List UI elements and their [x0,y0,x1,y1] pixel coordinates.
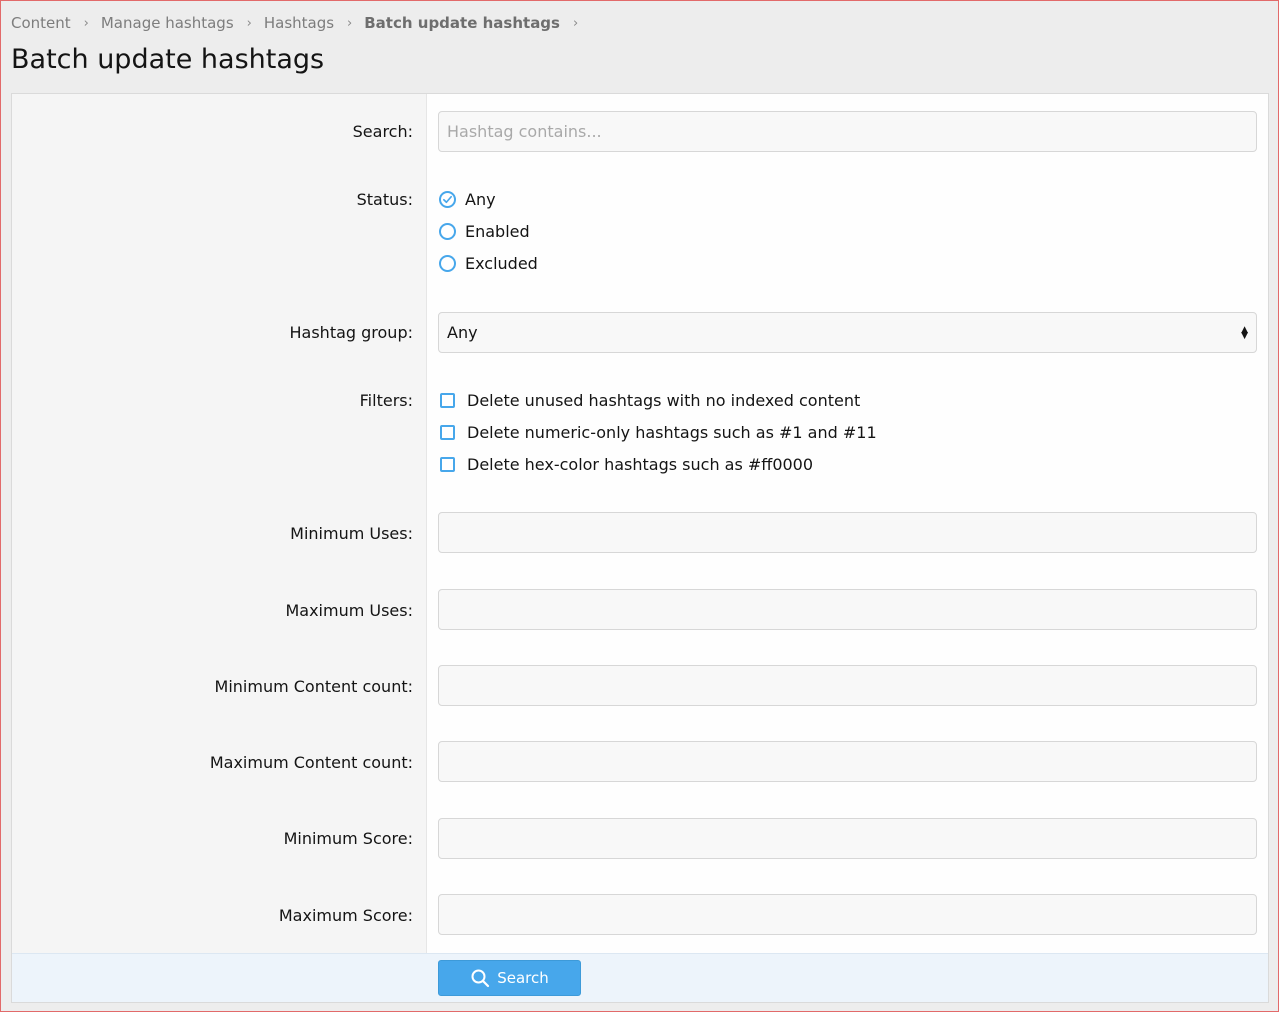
radio-checked-icon [439,191,456,208]
filter-checkbox-hex-color[interactable]: Delete hex-color hashtags such as #ff000… [439,455,813,474]
maximum-content-count-input[interactable] [438,741,1257,782]
hashtag-group-select[interactable]: Any ▲ ▼ [438,312,1257,353]
minimum-score-label: Minimum Score: [283,829,413,848]
maximum-content-count-label: Maximum Content count: [209,753,413,772]
status-label: Status: [356,190,413,209]
filter-option-label: Delete unused hashtags with no indexed c… [467,391,861,410]
maximum-score-input[interactable] [438,894,1257,935]
search-icon [471,969,490,988]
checkbox-icon [440,425,455,440]
maximum-score-label: Maximum Score: [278,906,413,925]
filters-label: Filters: [359,391,413,410]
status-radio-any[interactable]: Any [439,190,496,209]
breadcrumb-manage-hashtags[interactable]: Manage hashtags [101,14,234,32]
radio-unchecked-icon [439,223,456,240]
status-option-label: Enabled [465,222,530,241]
page-title: Batch update hashtags [11,44,325,75]
search-label: Search: [352,122,413,141]
select-arrows-icon: ▲ ▼ [1241,324,1248,341]
minimum-uses-input[interactable] [438,512,1257,553]
checkbox-icon [440,457,455,472]
radio-unchecked-icon [439,255,456,272]
search-button-label: Search [497,969,549,987]
chevron-right-icon: › [572,15,579,31]
maximum-uses-label: Maximum Uses: [285,601,413,620]
form-submit-row: Search [12,953,1268,1002]
chevron-right-icon: › [347,15,353,31]
minimum-content-count-label: Minimum Content count: [214,677,413,696]
chevron-right-icon: › [83,15,89,31]
batch-update-form: Search: Status: Any Enabled Excluded Has… [11,93,1269,1003]
minimum-content-count-input[interactable] [438,665,1257,706]
minimum-uses-label: Minimum Uses: [290,524,413,543]
status-radio-enabled[interactable]: Enabled [439,222,530,241]
breadcrumb-batch-update-hashtags[interactable]: Batch update hashtags [364,14,560,32]
checkbox-icon [440,393,455,408]
status-option-label: Any [465,190,496,209]
status-radio-excluded[interactable]: Excluded [439,254,538,273]
breadcrumb-content[interactable]: Content [11,14,71,32]
filter-checkbox-unused[interactable]: Delete unused hashtags with no indexed c… [439,391,860,410]
search-input[interactable] [438,111,1257,152]
search-button[interactable]: Search [438,960,581,996]
hashtag-group-value: Any [447,323,478,342]
filter-option-label: Delete numeric-only hashtags such as #1 … [467,423,877,442]
status-option-label: Excluded [465,254,538,273]
filter-option-label: Delete hex-color hashtags such as #ff000… [467,455,814,474]
breadcrumb-hashtags[interactable]: Hashtags [264,14,334,32]
hashtag-group-label: Hashtag group: [289,323,414,342]
chevron-right-icon: › [246,15,252,31]
breadcrumb: Content › Manage hashtags › Hashtags › B… [11,14,590,32]
minimum-score-input[interactable] [438,818,1257,859]
filter-checkbox-numeric[interactable]: Delete numeric-only hashtags such as #1 … [439,423,877,442]
maximum-uses-input[interactable] [438,589,1257,630]
